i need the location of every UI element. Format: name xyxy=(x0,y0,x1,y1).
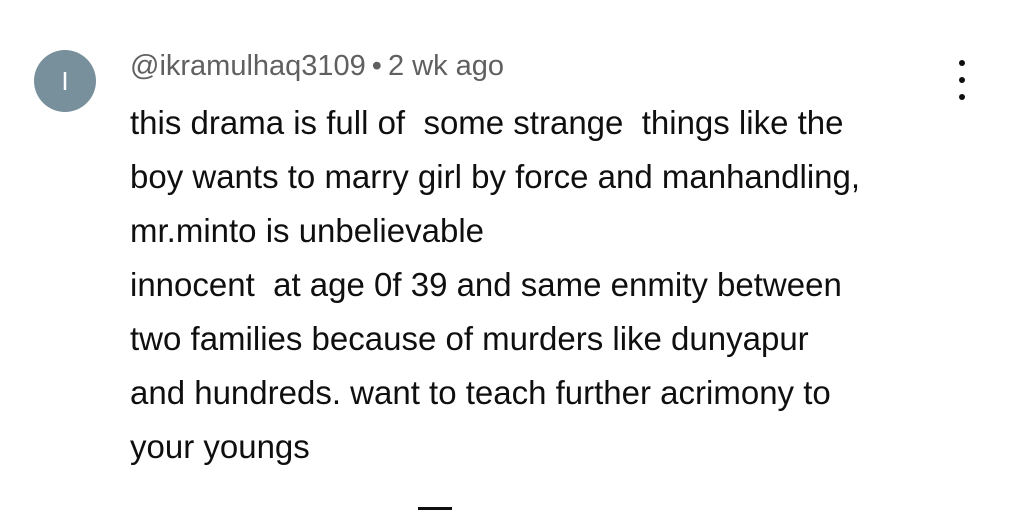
comment-text-line: this drama is full of some strange thing… xyxy=(130,104,844,141)
meta-separator: • xyxy=(371,50,382,82)
comment-text-line: innocent at age 0f 39 and same enmity be… xyxy=(130,266,842,303)
avatar-letter: I xyxy=(61,65,69,96)
timestamp[interactable]: 2 wk ago xyxy=(388,50,504,82)
username[interactable]: @ikramulhaq3109 xyxy=(130,50,366,82)
more-vertical-icon xyxy=(959,60,965,66)
more-options-button[interactable] xyxy=(944,60,980,100)
more-vertical-icon xyxy=(959,77,965,83)
comment-text-line: mr.minto is unbelievable xyxy=(130,212,485,249)
comment-item: I @ikramulhaq3109 • 2 wk ago this drama is… xyxy=(0,0,1024,513)
comment-text-line: two families because of murders like dun… xyxy=(130,320,809,357)
comment-text: this drama is full of some strange thing… xyxy=(130,96,990,474)
comment-text-line: boy wants to marry girl by force and man… xyxy=(130,158,861,195)
comment-text-line: and hundreds. want to teach further acri… xyxy=(130,374,831,411)
comment-header: @ikramulhaq3109 • 2 wk ago xyxy=(130,50,504,83)
avatar[interactable]: I xyxy=(34,50,96,112)
bottom-handle xyxy=(418,507,452,510)
comment-text-line: your youngs xyxy=(130,428,310,465)
